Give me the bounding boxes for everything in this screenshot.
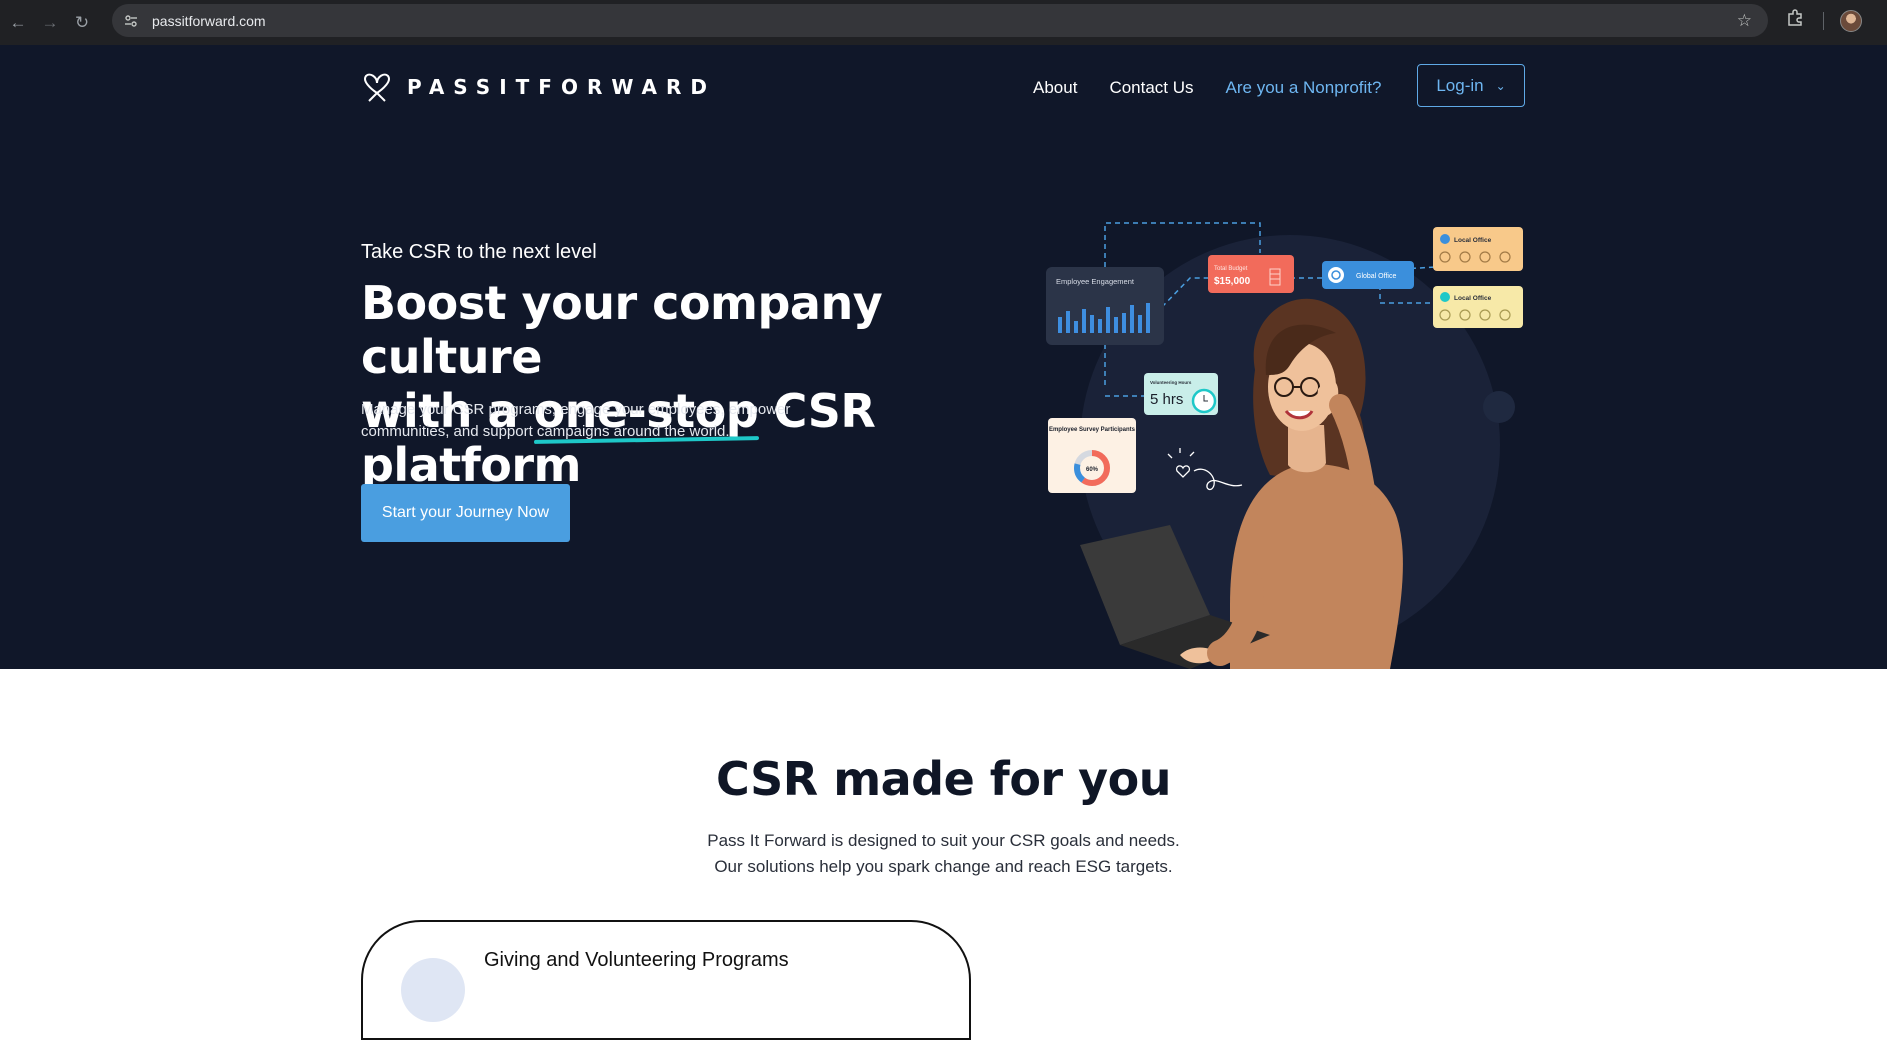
toolbar-divider [1823,12,1824,30]
hero-subtitle: Manage your CSR programs, engage your em… [361,401,791,440]
card-title: Giving and Volunteering Programs [484,949,789,971]
local-office-label-1: Local Office [1454,237,1492,244]
engagement-label: Employee Engagement [1056,277,1135,286]
hero-illustration: Employee Engagement Total Budget $15,000 [1046,222,1523,669]
survey-value: 60% [1086,467,1099,473]
forward-icon[interactable]: → [36,9,64,37]
profile-avatar[interactable] [1840,10,1862,32]
browser-toolbar: ← → ↻ passitforward.com ☆ [0,0,1887,45]
budget-value: $15,000 [1214,276,1251,287]
global-office-label: Global Office [1356,273,1396,280]
budget-label: Total Budget [1214,266,1248,272]
reload-icon[interactable]: ↻ [68,9,96,37]
hero-headline: Boost your company culture with a one-st… [361,276,1001,492]
local-office-label-2: Local Office [1454,295,1492,302]
headline-line1: Boost your company culture [361,276,883,384]
main-nav: About Contact Us Are you a Nonprofit? [1033,78,1381,98]
volunteering-label: Volunteering Hours [1150,380,1192,385]
url-text[interactable]: passitforward.com [152,13,266,29]
site-info-icon[interactable] [120,10,142,32]
survey-card: Employee Survey Participants 60% [1048,418,1136,493]
address-bar[interactable]: passitforward.com ☆ [112,4,1768,37]
section-subtitle: Pass It Forward is designed to suit your… [0,828,1887,880]
total-budget-card: Total Budget $15,000 [1208,255,1294,293]
global-office-chip: Global Office [1322,261,1414,289]
local-office-card-1: Local Office [1433,227,1523,271]
giving-volunteering-card[interactable]: Giving and Volunteering Programs [361,920,971,1040]
login-dropdown-button[interactable]: Log-in ⌄ [1417,64,1525,107]
brand-name: PASSITFORWARD [407,75,717,99]
back-icon[interactable]: ← [4,9,32,37]
hero-eyebrow: Take CSR to the next level [361,241,597,263]
heart-ribbon-icon [364,73,390,102]
volunteering-hours-card: Volunteering Hours 5 hrs [1144,373,1218,415]
local-office-card-2: Local Office [1433,286,1523,328]
brand-logo[interactable]: PASSITFORWARD [361,71,716,103]
survey-label: Employee Survey Participants [1049,427,1136,433]
section-subtitle-line2: Our solutions help you spark change and … [714,857,1173,876]
hero-section: PASSITFORWARD About Contact Us Are you a… [0,45,1887,669]
small-dot [1483,391,1515,423]
bookmark-star-icon[interactable]: ☆ [1737,11,1752,31]
program-icon [401,958,465,1022]
nav-contact[interactable]: Contact Us [1109,78,1193,98]
nav-about[interactable]: About [1033,78,1077,98]
start-journey-button[interactable]: Start your Journey Now [361,484,570,542]
employee-engagement-card: Employee Engagement [1046,267,1164,345]
login-label: Log-in [1436,75,1484,95]
chevron-down-icon: ⌄ [1495,78,1506,93]
section-title: CSR made for you [716,752,1171,806]
volunteering-value: 5 hrs [1150,391,1183,408]
nav-nonprofit[interactable]: Are you a Nonprofit? [1226,78,1382,98]
extensions-icon[interactable] [1786,9,1804,32]
section-subtitle-line1: Pass It Forward is designed to suit your… [707,831,1180,850]
